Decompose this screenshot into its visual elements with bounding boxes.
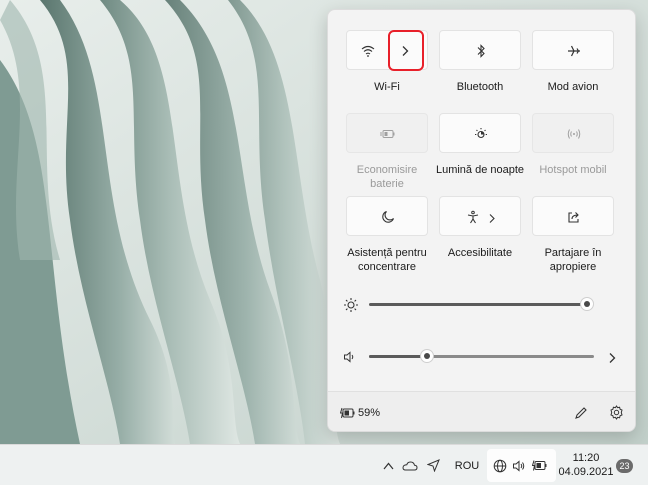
wifi-chevron-button[interactable]: [388, 30, 424, 71]
accessibility-icon: [465, 209, 481, 225]
battery-charging-icon: [531, 459, 548, 477]
speaker-icon: [512, 459, 526, 478]
tile-label-battery-saver: Economisire baterie: [356, 164, 418, 190]
moon-icon: [380, 209, 396, 225]
clock-time: 11:20: [572, 452, 600, 464]
brightness-slider-fill: [369, 303, 587, 306]
brightness-slider[interactable]: [340, 293, 626, 317]
gear-icon[interactable]: [609, 405, 624, 425]
tile-night-light[interactable]: [439, 113, 521, 153]
tile-label-airplane-mode: Mod avion: [547, 81, 599, 93]
hotspot-icon: [566, 126, 582, 142]
battery-percentage[interactable]: 59%: [358, 407, 380, 419]
wifi-icon: [360, 43, 376, 59]
tile-focus-assist[interactable]: [346, 196, 428, 236]
night-light-icon: [473, 126, 489, 142]
chevron-up-icon[interactable]: [380, 445, 396, 485]
share-icon: [566, 209, 582, 225]
speaker-icon: [343, 350, 357, 369]
brightness-slider-thumb[interactable]: [580, 297, 594, 311]
notification-badge[interactable]: 23: [616, 459, 633, 473]
quick-settings-footer: 59%: [328, 391, 635, 431]
tile-airplane-mode[interactable]: [532, 30, 614, 70]
battery-charging-icon: [339, 406, 356, 424]
network-globe-icon: [493, 459, 507, 478]
tile-nearby-sharing[interactable]: [532, 196, 614, 236]
chevron-right-icon: [400, 44, 410, 62]
tile-label-focus-assist: Asistență pentru concentrare: [347, 247, 427, 273]
tile-accessibility[interactable]: [439, 196, 521, 236]
taskbar: ROU 11:20 04.09.2021 23: [0, 444, 648, 485]
chevron-right-icon[interactable]: [488, 211, 496, 229]
tile-label-wifi: Wi-Fi: [374, 81, 400, 93]
brightness-icon: [343, 297, 359, 318]
battery-saver-icon: [380, 126, 396, 142]
tile-bluetooth[interactable]: [439, 30, 521, 70]
quick-settings-panel: Wi-Fi Bluetooth Mod avion Economisire ba…: [327, 9, 636, 432]
language-indicator[interactable]: ROU: [452, 445, 482, 485]
clock[interactable]: 11:20 04.09.2021: [556, 451, 616, 479]
tile-label-accessibility: Accesibilitate: [447, 247, 513, 259]
language-label: ROU: [454, 459, 480, 472]
tile-label-mobile-hotspot: Hotspot mobil: [539, 164, 607, 176]
tile-mobile-hotspot[interactable]: [532, 113, 614, 153]
location-arrow-icon[interactable]: [424, 445, 442, 485]
volume-slider[interactable]: [340, 345, 626, 369]
volume-slider-thumb[interactable]: [420, 349, 434, 363]
onedrive-cloud-icon[interactable]: [400, 445, 420, 485]
tile-label-nearby-sharing: Partajare în apropiere: [544, 247, 602, 273]
pencil-icon[interactable]: [574, 406, 588, 425]
clock-date: 04.09.2021: [558, 466, 614, 478]
system-tray-group[interactable]: [487, 449, 556, 482]
volume-slider-fill: [369, 355, 427, 358]
tile-label-night-light: Lumină de noapte: [435, 164, 525, 176]
tile-label-bluetooth: Bluetooth: [456, 81, 504, 93]
bluetooth-icon: [473, 43, 489, 59]
volume-output-chevron-icon[interactable]: [608, 351, 616, 369]
tile-battery-saver[interactable]: [346, 113, 428, 153]
airplane-icon: [566, 43, 582, 59]
